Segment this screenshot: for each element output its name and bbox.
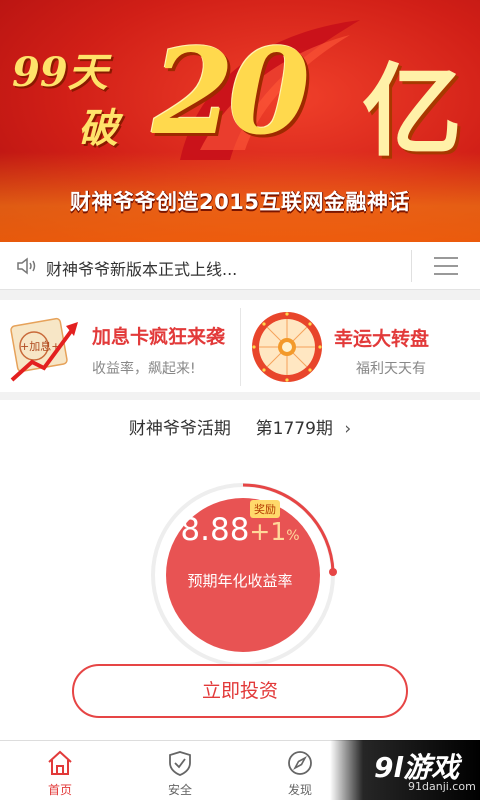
banner-number: 20 (152, 22, 310, 161)
tab-security-label: 安全 (167, 783, 192, 797)
rate-card-icon: +加息+ (10, 317, 78, 382)
tab-home-label: 首页 (47, 783, 72, 797)
promo-rate-title: 加息卡疯狂来袭 (92, 326, 226, 348)
hamburger-menu-icon[interactable] (434, 256, 458, 276)
rate-main: 8.88 (180, 512, 250, 548)
site-watermark: 9l游戏 91danji.com (330, 740, 480, 800)
invest-now-button[interactable]: 立即投资 (72, 664, 408, 718)
rate-label: 预期年化收益率 (187, 572, 293, 590)
notice-text[interactable]: 财神爷爷新版本正式上线... (46, 256, 237, 280)
banner-days: 99天 (12, 49, 108, 96)
speaker-icon (17, 257, 36, 275)
tab-security[interactable]: 安全 (120, 741, 240, 800)
hero-banner[interactable]: 99天 破 20 亿 财神爷爷创造2015互联网金融神话 (0, 0, 480, 242)
tab-home[interactable]: 首页 (0, 741, 120, 800)
product-section: 财神爷爷活期 第1779期 › 奖励 8.88+1% 预期年化收益率 立即投资 (0, 400, 480, 740)
notice-divider (411, 250, 412, 282)
product-period: 第1779期 (255, 419, 333, 439)
lucky-wheel-icon (252, 312, 322, 382)
banner-unit: 亿 (362, 52, 462, 170)
rate-percent: % (286, 528, 300, 544)
rate-bonus: +1 (249, 517, 287, 546)
product-title[interactable]: 财神爷爷活期 第1779期 › (0, 414, 480, 439)
banner-break: 破 (78, 105, 118, 152)
promo-section: +加息+ 加息卡疯狂来袭 收益率，飙起来! 幸运大转盘 福利天天有 (0, 300, 480, 392)
promo-rate-subtitle: 收益率，飙起来! (92, 361, 196, 377)
notice-bar[interactable]: 财神爷爷新版本正式上线... (0, 242, 480, 290)
banner-caption: 财神爷爷创造2015互联网金融神话 (70, 190, 410, 214)
chevron-right-icon: › (344, 419, 352, 439)
rate-value: 8.88+1% (0, 512, 480, 548)
watermark-url: 91danji.com (408, 780, 476, 793)
home-icon (48, 750, 72, 775)
compass-icon (288, 751, 312, 775)
promo-card-rate[interactable]: +加息+ 加息卡疯狂来袭 收益率，飙起来! (0, 300, 240, 392)
shield-check-icon (169, 751, 191, 776)
product-name: 财神爷爷活期 (128, 419, 231, 439)
promo-wheel-subtitle: 福利天天有 (356, 361, 426, 377)
promo-wheel-title: 幸运大转盘 (334, 328, 430, 350)
